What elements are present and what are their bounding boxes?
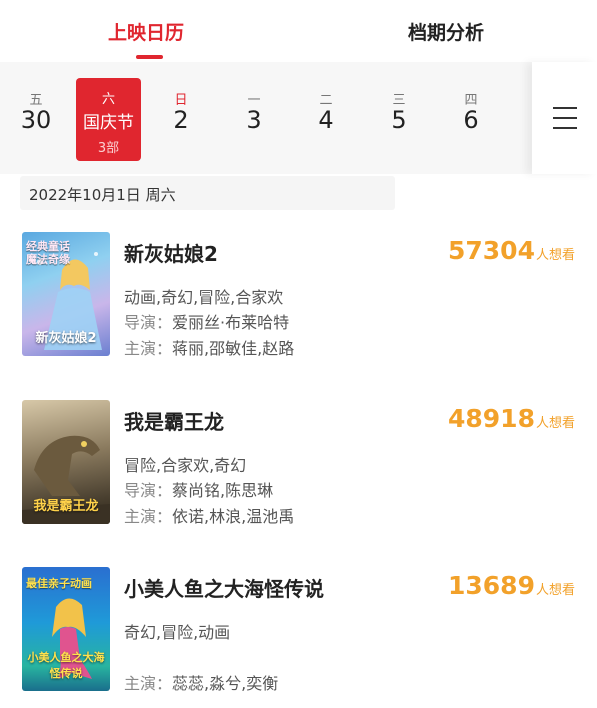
cast-label: 主演： xyxy=(124,674,173,693)
movie-poster[interactable]: 我是霸王龙 xyxy=(22,400,110,524)
want-count: 57304 xyxy=(448,236,535,265)
movie-director: 导演：爱丽丝·布莱哈特 xyxy=(124,309,289,333)
movie-poster[interactable]: 经典童话 魔法奇缘 新灰姑娘2 xyxy=(22,232,110,356)
poster-title: 新灰姑娘2 xyxy=(35,331,97,346)
want-label: 人想看 xyxy=(535,583,575,598)
day-number: 2 xyxy=(173,106,189,134)
day-number: 6 xyxy=(463,106,479,134)
poster-tagline: 最佳亲子动画 xyxy=(26,577,92,590)
movie-cast: 主演：蕊蕊,淼兮,奕衡 xyxy=(124,670,278,694)
director-label: 导演： xyxy=(124,313,173,332)
cast-names: 依诺,林浪,温池禹 xyxy=(172,507,295,526)
movie-item[interactable]: 最佳亲子动画 小美人鱼之大海怪传说 小美人鱼之大海怪传说 13689人想看 奇幻… xyxy=(0,567,597,697)
active-tab-indicator xyxy=(136,55,163,59)
want-count: 13689 xyxy=(448,571,535,600)
movie-cast: 主演：蒋丽,邵敏佳,赵路 xyxy=(124,335,294,359)
date-section-header: 2022年10月1日 周六 xyxy=(20,176,395,210)
cast-label: 主演： xyxy=(124,507,173,526)
date-header-text: 2022年10月1日 周六 xyxy=(29,186,176,204)
poster-title: 小美人鱼之大海怪传说 xyxy=(27,651,105,680)
day-number: 30 xyxy=(20,106,52,134)
tab-schedule-analysis[interactable]: 档期分析 xyxy=(408,18,484,45)
day-item-selected[interactable]: 六 国庆节 3部 xyxy=(76,78,141,161)
date-selector: 五 30 六 国庆节 3部 日 2 一 3 二 4 三 5 四 6 xyxy=(0,62,597,174)
movie-title: 我是霸王龙 xyxy=(124,410,224,434)
poster-title: 我是霸王龙 xyxy=(33,499,99,514)
movie-title: 新灰姑娘2 xyxy=(124,242,218,266)
want-to-see: 57304人想看 xyxy=(448,236,575,265)
day-number: 5 xyxy=(391,106,407,134)
want-count: 48918 xyxy=(448,404,535,433)
movie-poster[interactable]: 最佳亲子动画 小美人鱼之大海怪传说 xyxy=(22,567,110,691)
director-names: 蔡尚铭,陈思琳 xyxy=(172,481,274,500)
director-names: 爱丽丝·布莱哈特 xyxy=(172,313,290,332)
want-to-see: 48918人想看 xyxy=(448,404,575,433)
movie-genres: 奇幻,冒险,动画 xyxy=(124,623,231,642)
top-tabs: 上映日历 档期分析 xyxy=(0,0,597,60)
movie-genres: 冒险,合家欢,奇幻 xyxy=(124,456,247,475)
movie-item[interactable]: 我是霸王龙 我是霸王龙 48918人想看 冒险,合家欢,奇幻 导演：蔡尚铭,陈思… xyxy=(0,400,597,530)
movie-cast: 主演：依诺,林浪,温池禹 xyxy=(124,503,294,527)
poster-tagline: 经典童话 魔法奇缘 xyxy=(26,240,70,266)
day-number: 4 xyxy=(318,106,334,134)
want-label: 人想看 xyxy=(535,248,575,263)
holiday-label: 国庆节 xyxy=(83,113,134,133)
want-label: 人想看 xyxy=(535,416,575,431)
day-number: 3 xyxy=(246,106,262,134)
movie-title: 小美人鱼之大海怪传说 xyxy=(124,577,324,601)
director-label: 导演： xyxy=(124,481,173,500)
movie-genres: 动画,奇幻,冒险,合家欢 xyxy=(124,288,284,307)
weekday-label: 六 xyxy=(101,92,115,107)
movie-count: 3部 xyxy=(97,141,120,156)
movie-director: 导演：蔡尚铭,陈思琳 xyxy=(124,477,273,501)
want-to-see: 13689人想看 xyxy=(448,571,575,600)
cast-names: 蕊蕊,淼兮,奕衡 xyxy=(172,674,279,693)
cast-names: 蒋丽,邵敏佳,赵路 xyxy=(172,339,295,358)
tab-release-calendar[interactable]: 上映日历 xyxy=(108,18,184,45)
movie-item[interactable]: 经典童话 魔法奇缘 新灰姑娘2 新灰姑娘2 57304人想看 动画,奇幻,冒险,… xyxy=(0,232,597,362)
menu-button[interactable] xyxy=(532,62,597,174)
cast-label: 主演： xyxy=(124,339,173,358)
